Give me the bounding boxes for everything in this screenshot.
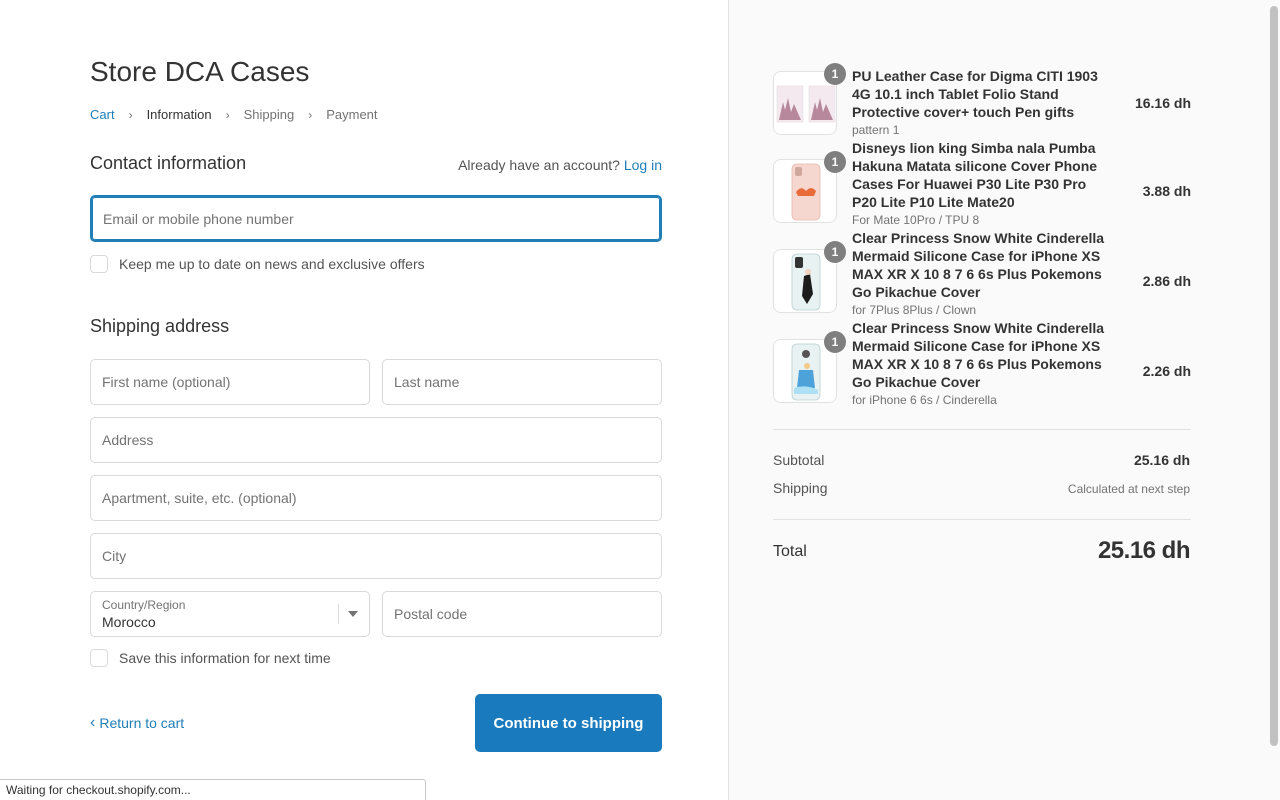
item-name: Disneys lion king Simba nala Pumba Hakun… bbox=[852, 140, 1098, 210]
breadcrumb-information: Information bbox=[146, 107, 212, 122]
total-value: 25.16 dh bbox=[1097, 537, 1191, 564]
save-info-label: Save this information for next time bbox=[119, 650, 331, 666]
contact-section-title: Contact information bbox=[90, 153, 247, 173]
order-summary: 1 PU Leather Case for Digma CITI 1903 4G… bbox=[728, 0, 1280, 800]
newsletter-label: Keep me up to date on news and exclusive… bbox=[119, 256, 425, 272]
login-link[interactable]: Log in bbox=[624, 157, 662, 173]
order-item: 1 Clear Princess Snow White Cinderella M… bbox=[773, 320, 1191, 407]
account-prompt-text: Already have an account? bbox=[458, 157, 620, 173]
item-name: Clear Princess Snow White Cinderella Mer… bbox=[852, 320, 1105, 390]
return-to-cart-label: Return to cart bbox=[99, 715, 185, 731]
scrollbar[interactable] bbox=[1270, 6, 1278, 746]
return-to-cart-link[interactable]: ‹ Return to cart bbox=[90, 714, 184, 732]
chevron-right-icon: › bbox=[128, 107, 133, 122]
email-field[interactable] bbox=[92, 197, 660, 240]
address-field[interactable] bbox=[91, 418, 661, 462]
item-price: 2.26 dh bbox=[1142, 363, 1191, 379]
postal-code-field[interactable] bbox=[383, 592, 661, 636]
last-name-wrapper bbox=[382, 359, 662, 405]
address-wrapper bbox=[90, 417, 662, 463]
quantity-badge: 1 bbox=[824, 151, 846, 173]
order-item: 1 Disneys lion king Simba nala Pumba Hak… bbox=[773, 140, 1191, 227]
quantity-badge: 1 bbox=[824, 241, 846, 263]
chevron-right-icon: › bbox=[308, 107, 313, 122]
shipping-value: Calculated at next step bbox=[1067, 482, 1190, 496]
item-variant: for 7Plus 8Plus / Clown bbox=[852, 303, 977, 317]
item-price: 16.16 dh bbox=[1134, 95, 1191, 111]
newsletter-option[interactable]: Keep me up to date on news and exclusive… bbox=[90, 255, 425, 273]
item-variant: pattern 1 bbox=[852, 123, 900, 137]
city-wrapper bbox=[90, 533, 662, 579]
save-info-checkbox[interactable] bbox=[90, 649, 108, 667]
continue-to-shipping-button[interactable]: Continue to shipping bbox=[475, 694, 662, 752]
item-variant: for iPhone 6 6s / Cinderella bbox=[852, 393, 997, 407]
shipping-section-title: Shipping address bbox=[90, 316, 230, 336]
breadcrumb-payment: Payment bbox=[326, 107, 378, 122]
apartment-field[interactable] bbox=[91, 476, 661, 520]
quantity-badge: 1 bbox=[824, 331, 846, 353]
chevron-right-icon: › bbox=[225, 107, 230, 122]
breadcrumb-cart[interactable]: Cart bbox=[90, 107, 115, 122]
select-divider bbox=[338, 604, 339, 624]
store-title: Store DCA Cases bbox=[90, 56, 310, 87]
summary-divider bbox=[773, 519, 1191, 520]
country-select[interactable]: Country/Region Morocco bbox=[90, 591, 370, 637]
subtotal-label: Subtotal bbox=[773, 452, 825, 468]
country-label: Country/Region bbox=[102, 598, 186, 612]
account-prompt: Already have an account? Log in bbox=[458, 157, 662, 173]
shipping-label: Shipping bbox=[773, 480, 828, 496]
first-name-field[interactable] bbox=[91, 360, 369, 404]
browser-status-bar: Waiting for checkout.shopify.com... bbox=[0, 779, 426, 800]
postal-code-wrapper bbox=[382, 591, 662, 637]
email-field-wrapper bbox=[90, 195, 662, 242]
newsletter-checkbox[interactable] bbox=[90, 255, 108, 273]
summary-divider bbox=[773, 429, 1191, 430]
apartment-wrapper bbox=[90, 475, 662, 521]
item-price: 2.86 dh bbox=[1142, 273, 1191, 289]
save-info-option[interactable]: Save this information for next time bbox=[90, 649, 331, 667]
subtotal-value: 25.16 dh bbox=[1133, 452, 1190, 468]
first-name-wrapper bbox=[90, 359, 370, 405]
last-name-field[interactable] bbox=[383, 360, 661, 404]
chevron-left-icon: ‹ bbox=[90, 714, 96, 731]
breadcrumb-shipping: Shipping bbox=[243, 107, 295, 122]
chevron-down-icon bbox=[348, 611, 358, 617]
item-price: 3.88 dh bbox=[1142, 183, 1191, 199]
city-field[interactable] bbox=[91, 534, 661, 578]
item-name: Clear Princess Snow White Cinderella Mer… bbox=[852, 230, 1105, 300]
item-name: PU Leather Case for Digma CITI 1903 4G 1… bbox=[852, 68, 1098, 120]
total-label: Total bbox=[773, 543, 807, 560]
item-variant: For Mate 10Pro / TPU 8 bbox=[852, 213, 980, 227]
order-item: 1 PU Leather Case for Digma CITI 1903 4G… bbox=[773, 63, 1191, 137]
quantity-badge: 1 bbox=[824, 63, 846, 85]
checkout-main: Store DCA Cases Cart › Information › Shi… bbox=[0, 0, 728, 800]
order-item: 1 Clear Princess Snow White Cinderella M… bbox=[773, 230, 1191, 317]
country-value: Morocco bbox=[102, 614, 156, 630]
breadcrumb: Cart › Information › Shipping › Payment bbox=[90, 107, 378, 122]
